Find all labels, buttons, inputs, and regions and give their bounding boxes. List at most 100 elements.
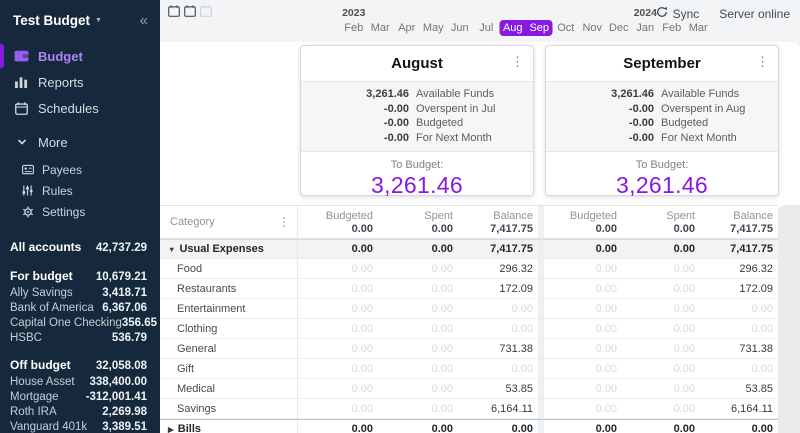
three-month-view-icon[interactable] — [200, 5, 212, 17]
category-name[interactable]: Medical — [160, 379, 298, 398]
budgeted-cell[interactable]: 0.00 — [544, 303, 622, 315]
month-jan-2024[interactable]: 2024Jan — [632, 7, 659, 36]
spent-cell[interactable]: 0.00 — [622, 263, 700, 275]
balance-cell[interactable]: 0.00 — [700, 323, 778, 335]
sync-button[interactable]: Sync — [656, 6, 700, 21]
budgeted-cell[interactable]: 0.00 — [544, 323, 622, 335]
balance-cell[interactable]: 731.38 — [458, 343, 538, 355]
collapse-sidebar-icon[interactable]: « — [140, 16, 148, 26]
server-status-button[interactable]: Server online — [719, 7, 790, 21]
budgeted-cell[interactable]: 0.00 — [298, 263, 378, 275]
balance-cell[interactable]: 172.09 — [700, 283, 778, 295]
triangle-expanded-icon[interactable]: ▼ — [168, 245, 175, 254]
category-group-row-bills[interactable]: ▶Bills 0.00 0.00 0.00 0.00 0.00 0.00 — [160, 419, 778, 433]
two-month-view-icon[interactable] — [184, 5, 196, 17]
account-row[interactable]: Ally Savings 3,418.71 — [0, 285, 160, 300]
one-month-view-icon[interactable] — [168, 5, 180, 17]
group-name-cell[interactable]: ▼Usual Expenses — [160, 240, 298, 258]
budgeted-header-sep[interactable]: Budgeted0.00 — [544, 206, 622, 238]
budgeted-cell[interactable]: 0.00 — [544, 343, 622, 355]
budgeted-cell[interactable]: 0.00 — [298, 303, 378, 315]
category-name[interactable]: Savings — [160, 399, 298, 418]
spent-cell[interactable]: 0.00 — [622, 363, 700, 375]
sidebar-item-schedules[interactable]: Schedules — [0, 95, 160, 121]
spent-cell[interactable]: 0.00 — [378, 263, 458, 275]
spent-cell[interactable]: 0.00 — [378, 343, 458, 355]
budgeted-header-aug[interactable]: Budgeted0.00 — [298, 206, 378, 238]
budgeted-cell[interactable]: 0.00 — [298, 243, 378, 255]
balance-cell[interactable]: 0.00 — [458, 303, 538, 315]
spent-cell[interactable]: 0.00 — [378, 283, 458, 295]
account-row[interactable]: Vanguard 401k 3,389.51 — [0, 419, 160, 433]
spent-cell[interactable]: 0.00 — [378, 243, 458, 255]
balance-cell[interactable]: 7,417.75 — [700, 243, 778, 255]
category-group-row-usual-expenses[interactable]: ▼Usual Expenses 0.00 0.00 7,417.75 0.00 … — [160, 239, 778, 259]
sidebar-item-settings[interactable]: Settings — [0, 201, 160, 222]
to-budget-button[interactable]: To Budget: 3,261.46 — [546, 152, 778, 199]
balance-cell[interactable]: 6,164.11 — [700, 403, 778, 415]
month-feb-2023[interactable]: 2023Feb — [341, 7, 368, 36]
budgeted-cell[interactable]: 0.00 — [298, 363, 378, 375]
kebab-menu-icon[interactable]: ⋮ — [756, 54, 769, 70]
budgeted-cell[interactable]: 0.00 — [544, 243, 622, 255]
category-row-entertainment[interactable]: Entertainment 0.00 0.00 0.00 0.00 0.00 0… — [160, 299, 778, 319]
sidebar-item-more[interactable]: More — [0, 129, 160, 155]
month-jul-2023[interactable]: Jul — [473, 7, 500, 36]
balance-header-aug[interactable]: Balance7,417.75 — [458, 206, 538, 238]
spent-cell[interactable]: 0.00 — [378, 363, 458, 375]
sidebar-item-rules[interactable]: Rules — [0, 180, 160, 201]
category-row-savings[interactable]: Savings 0.00 0.00 6,164.11 0.00 0.00 6,1… — [160, 399, 778, 419]
spent-cell[interactable]: 0.00 — [378, 403, 458, 415]
category-row-clothing[interactable]: Clothing 0.00 0.00 0.00 0.00 0.00 0.00 — [160, 319, 778, 339]
budgeted-cell[interactable]: 0.00 — [298, 383, 378, 395]
balance-cell[interactable]: 53.85 — [458, 383, 538, 395]
month-aug-2023-selected[interactable]: Aug — [500, 7, 527, 36]
budgeted-cell[interactable]: 0.00 — [544, 283, 622, 295]
spent-cell[interactable]: 0.00 — [622, 383, 700, 395]
group-name-cell[interactable]: ▶Bills — [160, 420, 298, 433]
budgeted-cell[interactable]: 0.00 — [298, 423, 378, 433]
account-row[interactable]: HSBC 536.79 — [0, 330, 160, 345]
balance-cell[interactable]: 0.00 — [700, 363, 778, 375]
to-budget-button[interactable]: To Budget: 3,261.46 — [301, 152, 533, 199]
category-name[interactable]: Restaurants — [160, 279, 298, 298]
month-mar-2023[interactable]: Mar — [367, 7, 394, 36]
month-sep-2023-selected[interactable]: Sep — [526, 7, 553, 36]
spent-cell[interactable]: 0.00 — [622, 343, 700, 355]
category-name[interactable]: Clothing — [160, 319, 298, 338]
budgeted-cell[interactable]: 0.00 — [298, 283, 378, 295]
balance-cell[interactable]: 731.38 — [700, 343, 778, 355]
spent-cell[interactable]: 0.00 — [622, 303, 700, 315]
spent-header-sep[interactable]: Spent0.00 — [622, 206, 700, 238]
spent-header-aug[interactable]: Spent0.00 — [378, 206, 458, 238]
month-dec-2023[interactable]: Dec — [606, 7, 633, 36]
spent-cell[interactable]: 0.00 — [622, 323, 700, 335]
spent-cell[interactable]: 0.00 — [622, 243, 700, 255]
for-budget-row[interactable]: For budget 10,679.21 — [0, 267, 160, 285]
budgeted-cell[interactable]: 0.00 — [544, 423, 622, 433]
triangle-collapsed-icon[interactable]: ▶ — [168, 425, 174, 433]
account-row[interactable]: Bank of America 6,367.06 — [0, 300, 160, 315]
budget-title[interactable]: Test Budget — [13, 13, 90, 28]
category-row-food[interactable]: Food 0.00 0.00 296.32 0.00 0.00 296.32 — [160, 259, 778, 279]
balance-cell[interactable]: 296.32 — [700, 263, 778, 275]
balance-cell[interactable]: 0.00 — [458, 323, 538, 335]
budgeted-cell[interactable]: 0.00 — [544, 383, 622, 395]
to-budget-value[interactable]: 3,261.46 — [301, 172, 533, 199]
all-accounts-row[interactable]: All accounts 42,737.29 — [0, 238, 160, 256]
category-name[interactable]: Entertainment — [160, 299, 298, 318]
account-row[interactable]: Roth IRA 2,269.98 — [0, 404, 160, 419]
budgeted-cell[interactable]: 0.00 — [298, 323, 378, 335]
category-name[interactable]: General — [160, 339, 298, 358]
budgeted-cell[interactable]: 0.00 — [298, 343, 378, 355]
balance-cell[interactable]: 0.00 — [458, 363, 538, 375]
balance-cell[interactable]: 0.00 — [700, 423, 778, 433]
account-row[interactable]: Mortgage -312,001.41 — [0, 389, 160, 404]
spent-cell[interactable]: 0.00 — [378, 383, 458, 395]
balance-cell[interactable]: 53.85 — [700, 383, 778, 395]
balance-header-sep[interactable]: Balance7,417.75 — [700, 206, 778, 238]
spent-cell[interactable]: 0.00 — [378, 303, 458, 315]
balance-cell[interactable]: 0.00 — [700, 303, 778, 315]
month-nov-2023[interactable]: Nov — [579, 7, 606, 36]
kebab-menu-icon[interactable]: ⋮ — [511, 54, 524, 70]
